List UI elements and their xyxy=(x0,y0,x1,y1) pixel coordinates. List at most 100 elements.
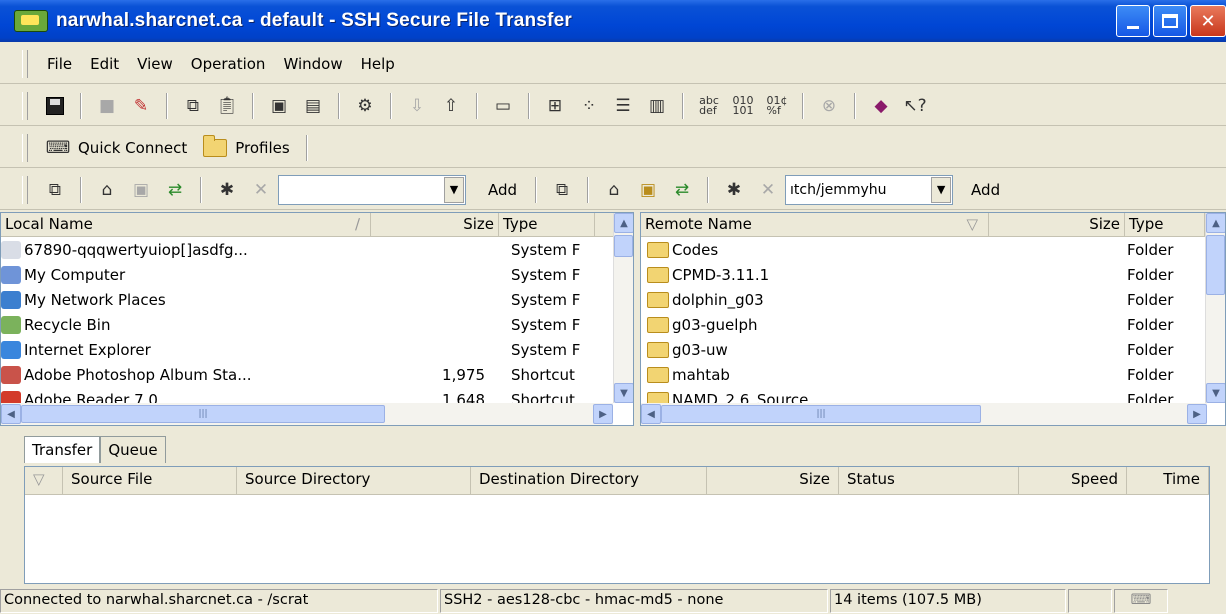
local-add-button[interactable]: Add xyxy=(478,181,527,199)
remote-name-header[interactable]: Remote Name ▽ xyxy=(641,213,989,236)
chevron-down-icon[interactable]: ▼ xyxy=(931,176,952,203)
minimize-button[interactable] xyxy=(1116,5,1150,37)
remote-add-button[interactable]: Add xyxy=(961,181,1010,199)
auto-mode-icon[interactable]: 01¢ %f xyxy=(765,94,789,118)
chevron-down-icon[interactable]: ▼ xyxy=(444,176,464,203)
stop-icon[interactable]: ⊗ xyxy=(817,94,841,118)
remote-up-folder-icon[interactable]: ▣ xyxy=(636,178,660,202)
transfer-mode-icon[interactable]: ▭ xyxy=(491,94,515,118)
details-view-icon[interactable]: ▥ xyxy=(645,94,669,118)
menu-edit[interactable]: Edit xyxy=(81,55,128,73)
print-icon[interactable]: ■ xyxy=(95,94,119,118)
toolbar-grip[interactable] xyxy=(22,133,28,162)
remote-file-pane[interactable]: Remote Name ▽ Size Type Codes Folder CPMD-3… xyxy=(640,212,1226,426)
settings-icon[interactable]: ⚙ xyxy=(353,94,377,118)
time-header[interactable]: Time xyxy=(1127,467,1209,494)
toolbar-grip[interactable] xyxy=(22,91,28,120)
local-new-folder-icon[interactable]: ✱ xyxy=(215,178,239,202)
maximize-button[interactable] xyxy=(1153,5,1187,37)
remote-folder-row[interactable]: Codes Folder xyxy=(641,237,1225,262)
speed-header[interactable]: Speed xyxy=(1019,467,1127,494)
scroll-left-icon[interactable]: ◀ xyxy=(1,404,21,424)
local-file-row[interactable]: Adobe Photoshop Album Sta... 1,975 Shortcu… xyxy=(1,362,633,387)
tab-queue[interactable]: Queue xyxy=(100,436,166,463)
remote-size-header[interactable]: Size xyxy=(989,213,1125,236)
title-bar[interactable]: narwhal.sharcnet.ca - default - SSH Secu… xyxy=(0,0,1226,42)
close-button[interactable]: ✕ xyxy=(1190,5,1226,37)
remote-folder-row[interactable]: CPMD-3.11.1 Folder xyxy=(641,262,1225,287)
local-file-row[interactable]: My Network Places System F xyxy=(1,287,633,312)
app-icon[interactable] xyxy=(14,10,48,32)
remote-refresh-icon[interactable]: ⇄ xyxy=(670,178,694,202)
local-file-row[interactable]: 67890-qqqwertyuiop[]asdfg... System F xyxy=(1,237,633,262)
disconnect-icon[interactable]: ✎ xyxy=(129,94,153,118)
remote-type-header[interactable]: Type xyxy=(1125,213,1205,236)
context-help-icon[interactable]: ↖? xyxy=(903,94,927,118)
remote-new-folder-icon[interactable]: ✱ xyxy=(722,178,746,202)
resize-grip[interactable] xyxy=(1170,589,1224,613)
small-icons-icon[interactable]: ⁘ xyxy=(577,94,601,118)
remote-vertical-scrollbar[interactable]: ▲ ▼ xyxy=(1205,213,1225,403)
local-size-header[interactable]: Size xyxy=(371,213,499,236)
remote-horizontal-scrollbar[interactable]: ◀ ||| ▶ xyxy=(641,403,1207,425)
local-file-pane[interactable]: Local Name ∕ Size Type 67890-qqqwertyuiop… xyxy=(0,212,634,426)
profiles-button[interactable]: Profiles xyxy=(195,132,297,164)
menu-operation[interactable]: Operation xyxy=(182,55,275,73)
local-file-row[interactable]: Internet Explorer System F xyxy=(1,337,633,362)
source-directory-header[interactable]: Source Directory xyxy=(237,467,471,494)
menu-help[interactable]: Help xyxy=(352,55,404,73)
menu-window[interactable]: Window xyxy=(274,55,351,73)
transfer-list[interactable]: ▽ Source File Source Directory Destinati… xyxy=(24,466,1210,584)
local-vertical-scrollbar[interactable]: ▲ ▼ xyxy=(613,213,633,403)
local-file-row[interactable]: My Computer System F xyxy=(1,262,633,287)
binary-mode-icon[interactable]: 010 101 xyxy=(731,94,755,118)
remote-vscroll-thumb[interactable] xyxy=(1206,235,1225,295)
save-icon[interactable] xyxy=(43,94,67,118)
remote-home-icon[interactable]: ⌂ xyxy=(602,178,626,202)
local-vscroll-thumb[interactable] xyxy=(614,235,633,257)
local-toggle-pane-icon[interactable]: ⧉ xyxy=(43,178,67,202)
remote-delete-icon[interactable]: ✕ xyxy=(756,178,780,202)
remote-hscroll-thumb[interactable]: ||| xyxy=(661,405,981,423)
transfer-sort-header[interactable]: ▽ xyxy=(25,467,63,494)
remote-folder-row[interactable]: g03-uw Folder xyxy=(641,337,1225,362)
local-path-combo[interactable]: ▼ xyxy=(278,174,466,205)
scroll-down-icon[interactable]: ▼ xyxy=(614,383,633,403)
local-horizontal-scrollbar[interactable]: ◀ ||| ▶ xyxy=(1,403,613,425)
local-up-folder-icon[interactable]: ▣ xyxy=(129,178,153,202)
source-file-header[interactable]: Source File xyxy=(63,467,237,494)
menu-file[interactable]: File xyxy=(38,55,81,73)
remote-path-combo[interactable]: ıtch/jemmyhu ▼ xyxy=(785,174,954,205)
destination-directory-header[interactable]: Destination Directory xyxy=(471,467,707,494)
copy-icon[interactable]: ⧉ xyxy=(181,94,205,118)
local-home-icon[interactable]: ⌂ xyxy=(95,178,119,202)
new-file-transfer-icon[interactable]: ▤ xyxy=(301,94,325,118)
help-book-icon[interactable]: ◆ xyxy=(869,94,893,118)
scroll-right-icon[interactable]: ▶ xyxy=(593,404,613,424)
new-terminal-icon[interactable]: ▣ xyxy=(267,94,291,118)
local-type-header[interactable]: Type xyxy=(499,213,595,236)
local-name-header[interactable]: Local Name ∕ xyxy=(1,213,371,236)
menu-view[interactable]: View xyxy=(128,55,182,73)
size-header[interactable]: Size xyxy=(707,467,839,494)
status-header[interactable]: Status xyxy=(839,467,1019,494)
remote-folder-row[interactable]: g03-guelph Folder xyxy=(641,312,1225,337)
remote-folder-row[interactable]: mahtab Folder xyxy=(641,362,1225,387)
local-file-row[interactable]: Recycle Bin System F xyxy=(1,312,633,337)
large-icons-icon[interactable]: ⊞ xyxy=(543,94,567,118)
ascii-mode-icon[interactable]: abc def xyxy=(697,94,721,118)
tab-transfer[interactable]: Transfer xyxy=(24,436,101,463)
remote-folder-row[interactable]: dolphin_g03 Folder xyxy=(641,287,1225,312)
list-view-icon[interactable]: ☰ xyxy=(611,94,635,118)
scroll-down-icon[interactable]: ▼ xyxy=(1206,383,1225,403)
remote-toggle-pane-icon[interactable]: ⧉ xyxy=(550,178,574,202)
scroll-up-icon[interactable]: ▲ xyxy=(1206,213,1225,233)
quick-connect-button[interactable]: ⌨ Quick Connect xyxy=(38,132,195,164)
paste-icon[interactable]: 📋︎ xyxy=(215,94,239,118)
scroll-up-icon[interactable]: ▲ xyxy=(614,213,633,233)
toolbar-grip[interactable] xyxy=(22,175,28,204)
upload-icon[interactable]: ⇧ xyxy=(439,94,463,118)
local-delete-icon[interactable]: ✕ xyxy=(249,178,273,202)
menu-grip[interactable] xyxy=(22,49,28,78)
local-refresh-icon[interactable]: ⇄ xyxy=(163,178,187,202)
